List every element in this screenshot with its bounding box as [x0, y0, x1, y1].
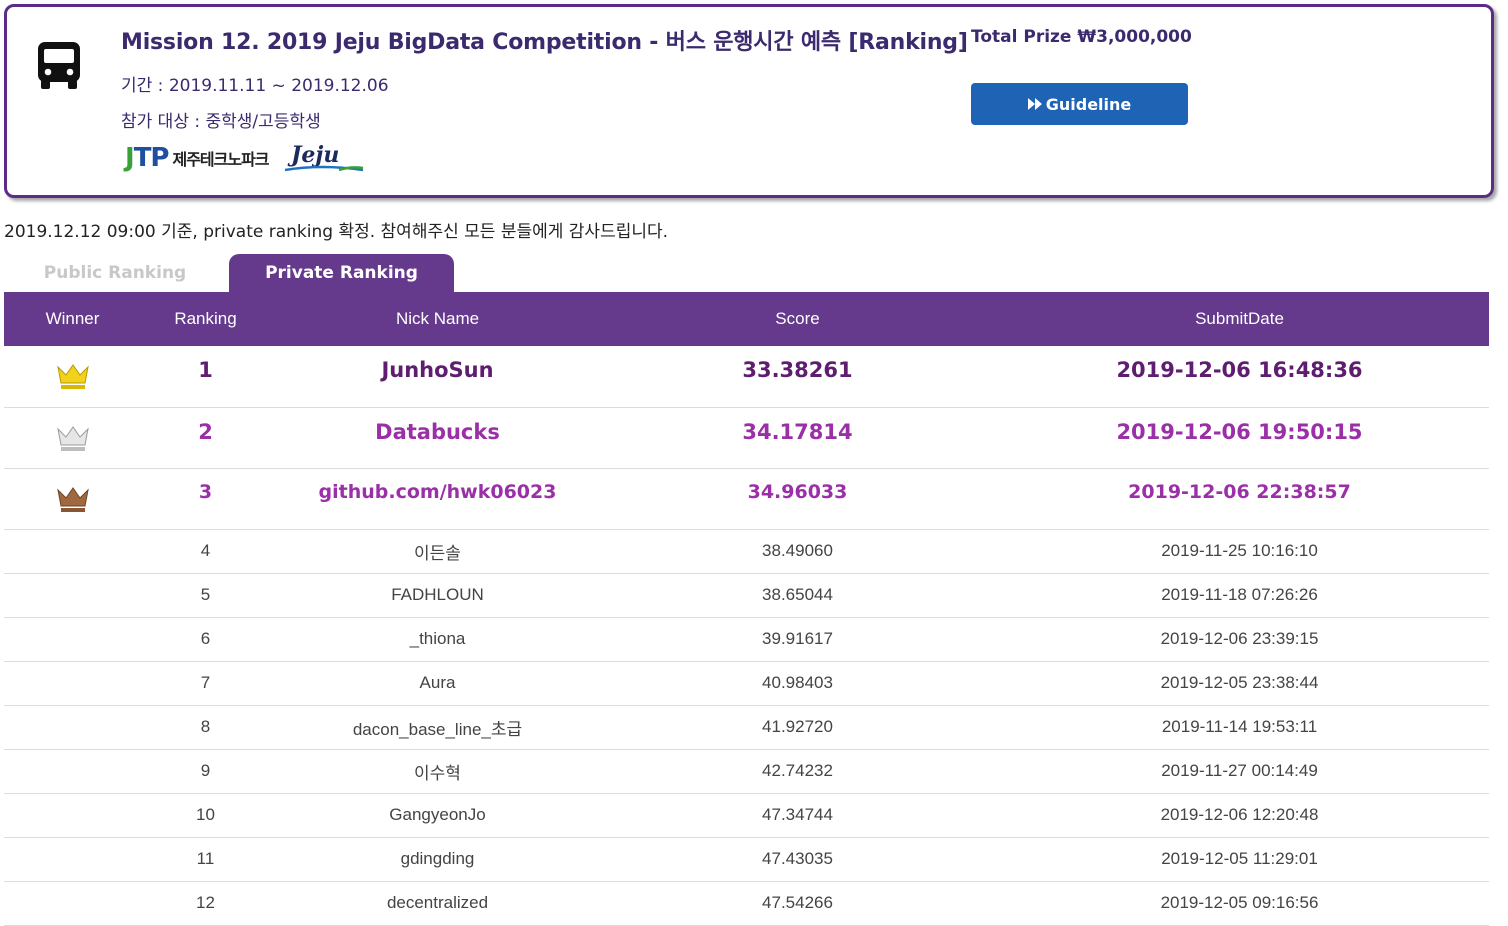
- rank-cell: 5: [141, 573, 270, 618]
- competition-header-card: Mission 12. 2019 Jeju BigData Competitio…: [4, 4, 1494, 198]
- submitdate-cell: 2019-12-06 23:39:15: [990, 617, 1489, 662]
- table-row: 6 _thiona 39.91617 2019-12-06 23:39:15: [4, 617, 1489, 662]
- winner-cell: [4, 793, 141, 838]
- winner-cell: [4, 573, 141, 618]
- submitdate-cell: 2019-12-06 22:38:57: [990, 468, 1489, 530]
- nickname-cell: gdingding: [270, 837, 605, 882]
- bronze-crown-icon: [56, 486, 89, 512]
- nickname-cell: 이수혁: [270, 749, 605, 794]
- submitdate-cell: 2019-12-05 11:29:01: [990, 837, 1489, 882]
- table-row: 7 Aura 40.98403 2019-12-05 23:38:44: [4, 661, 1489, 706]
- table-row: 2 Databucks 34.17814 2019-12-06 19:50:15: [4, 407, 1489, 469]
- tab-private-ranking[interactable]: Private Ranking: [229, 254, 454, 292]
- ranking-table: Winner Ranking Nick Name Score SubmitDat…: [4, 292, 1489, 926]
- rank-cell: 4: [141, 529, 270, 574]
- submitdate-cell: 2019-11-27 00:14:49: [990, 749, 1489, 794]
- submitdate-cell: 2019-12-05 23:38:44: [990, 661, 1489, 706]
- nickname-cell: dacon_base_line_초급: [270, 705, 605, 750]
- submitdate-cell: 2019-12-06 12:20:48: [990, 793, 1489, 838]
- nickname-cell: Aura: [270, 661, 605, 706]
- jtp-logo-name: 제주테크노파크: [172, 150, 269, 169]
- nickname-cell: FADHLOUN: [270, 573, 605, 618]
- nickname-cell: _thiona: [270, 617, 605, 662]
- score-cell: 34.17814: [605, 407, 990, 469]
- column-header-nickname: Nick Name: [395, 309, 480, 328]
- rank-cell: 1: [141, 346, 270, 408]
- total-prize: Total Prize ₩3,000,000: [971, 27, 1192, 47]
- nickname-cell: JunhoSun: [270, 346, 605, 408]
- gold-crown-icon: [56, 364, 89, 390]
- nickname-cell: decentralized: [270, 881, 605, 926]
- winner-cell: [4, 529, 141, 574]
- column-header-score: Score: [775, 309, 820, 328]
- column-header-ranking: Ranking: [174, 309, 237, 328]
- svg-text:Jeju: Jeju: [287, 142, 339, 168]
- submitdate-cell: 2019-11-18 07:26:26: [990, 573, 1489, 618]
- rank-cell: 3: [141, 468, 270, 530]
- table-row: 5 FADHLOUN 38.65044 2019-11-18 07:26:26: [4, 573, 1489, 618]
- nickname-cell: Databucks: [270, 407, 605, 469]
- rank-cell: 8: [141, 705, 270, 750]
- winner-cell: [4, 881, 141, 926]
- rank-cell: 7: [141, 661, 270, 706]
- score-cell: 47.34744: [605, 793, 990, 838]
- competition-period: 기간 : 2019.11.11 ~ 2019.12.06: [121, 76, 389, 96]
- winner-cell: [4, 407, 141, 469]
- guideline-button[interactable]: Guideline: [971, 83, 1188, 125]
- submitdate-cell: 2019-11-14 19:53:11: [990, 705, 1489, 750]
- nickname-cell: github.com/hwk06023: [270, 468, 605, 530]
- winner-cell: [4, 346, 141, 408]
- score-cell: 38.65044: [605, 573, 990, 618]
- rank-cell: 6: [141, 617, 270, 662]
- score-cell: 39.91617: [605, 617, 990, 662]
- score-cell: 47.54266: [605, 881, 990, 926]
- silver-crown-icon: [56, 425, 89, 451]
- table-header-row: Winner Ranking Nick Name Score SubmitDat…: [4, 292, 1489, 346]
- submitdate-cell: 2019-12-05 09:16:56: [990, 881, 1489, 926]
- table-row: 11 gdingding 47.43035 2019-12-05 11:29:0…: [4, 837, 1489, 882]
- table-row: 9 이수혁 42.74232 2019-11-27 00:14:49: [4, 749, 1489, 794]
- submitdate-cell: 2019-12-06 16:48:36: [990, 346, 1489, 408]
- tab-public-ranking[interactable]: Public Ranking: [4, 254, 226, 292]
- guideline-button-label: Guideline: [1045, 94, 1132, 114]
- fast-forward-icon: [1027, 98, 1042, 110]
- score-cell: 34.96033: [605, 468, 990, 530]
- table-row: 3 github.com/hwk06023 34.96033 2019-12-0…: [4, 468, 1489, 530]
- sponsor-logos: JTP 제주테크노파크 Jeju: [125, 140, 367, 176]
- table-row: 8 dacon_base_line_초급 41.92720 2019-11-14…: [4, 705, 1489, 750]
- jtp-logo: JTP: [125, 143, 169, 173]
- score-cell: 42.74232: [605, 749, 990, 794]
- rank-cell: 11: [141, 837, 270, 882]
- winner-cell: [4, 837, 141, 882]
- nickname-cell: GangyeonJo: [270, 793, 605, 838]
- table-row: 1 JunhoSun 33.38261 2019-12-06 16:48:36: [4, 346, 1489, 408]
- winner-cell: [4, 705, 141, 750]
- submitdate-cell: 2019-12-06 19:50:15: [990, 407, 1489, 469]
- score-cell: 38.49060: [605, 529, 990, 574]
- ranking-notice: 2019.12.12 09:00 기준, private ranking 확정.…: [4, 222, 669, 242]
- competition-title: Mission 12. 2019 Jeju BigData Competitio…: [121, 30, 968, 55]
- rank-cell: 10: [141, 793, 270, 838]
- submitdate-cell: 2019-11-25 10:16:10: [990, 529, 1489, 574]
- rank-cell: 12: [141, 881, 270, 926]
- column-header-submitdate: SubmitDate: [1195, 309, 1284, 328]
- jeju-logo: Jeju: [284, 142, 363, 172]
- score-cell: 41.92720: [605, 705, 990, 750]
- score-cell: 40.98403: [605, 661, 990, 706]
- winner-cell: [4, 468, 141, 530]
- column-header-winner: Winner: [45, 309, 100, 328]
- table-row: 10 GangyeonJo 47.34744 2019-12-06 12:20:…: [4, 793, 1489, 838]
- rank-cell: 9: [141, 749, 270, 794]
- participant-target: 참가 대상 : 중학생/고등학생: [121, 112, 321, 132]
- bus-icon: [38, 42, 80, 89]
- winner-cell: [4, 749, 141, 794]
- rank-cell: 2: [141, 407, 270, 469]
- nickname-cell: 이든솔: [270, 529, 605, 574]
- score-cell: 33.38261: [605, 346, 990, 408]
- score-cell: 47.43035: [605, 837, 990, 882]
- table-row: 4 이든솔 38.49060 2019-11-25 10:16:10: [4, 529, 1489, 574]
- table-row: 12 decentralized 47.54266 2019-12-05 09:…: [4, 881, 1489, 926]
- winner-cell: [4, 617, 141, 662]
- winner-cell: [4, 661, 141, 706]
